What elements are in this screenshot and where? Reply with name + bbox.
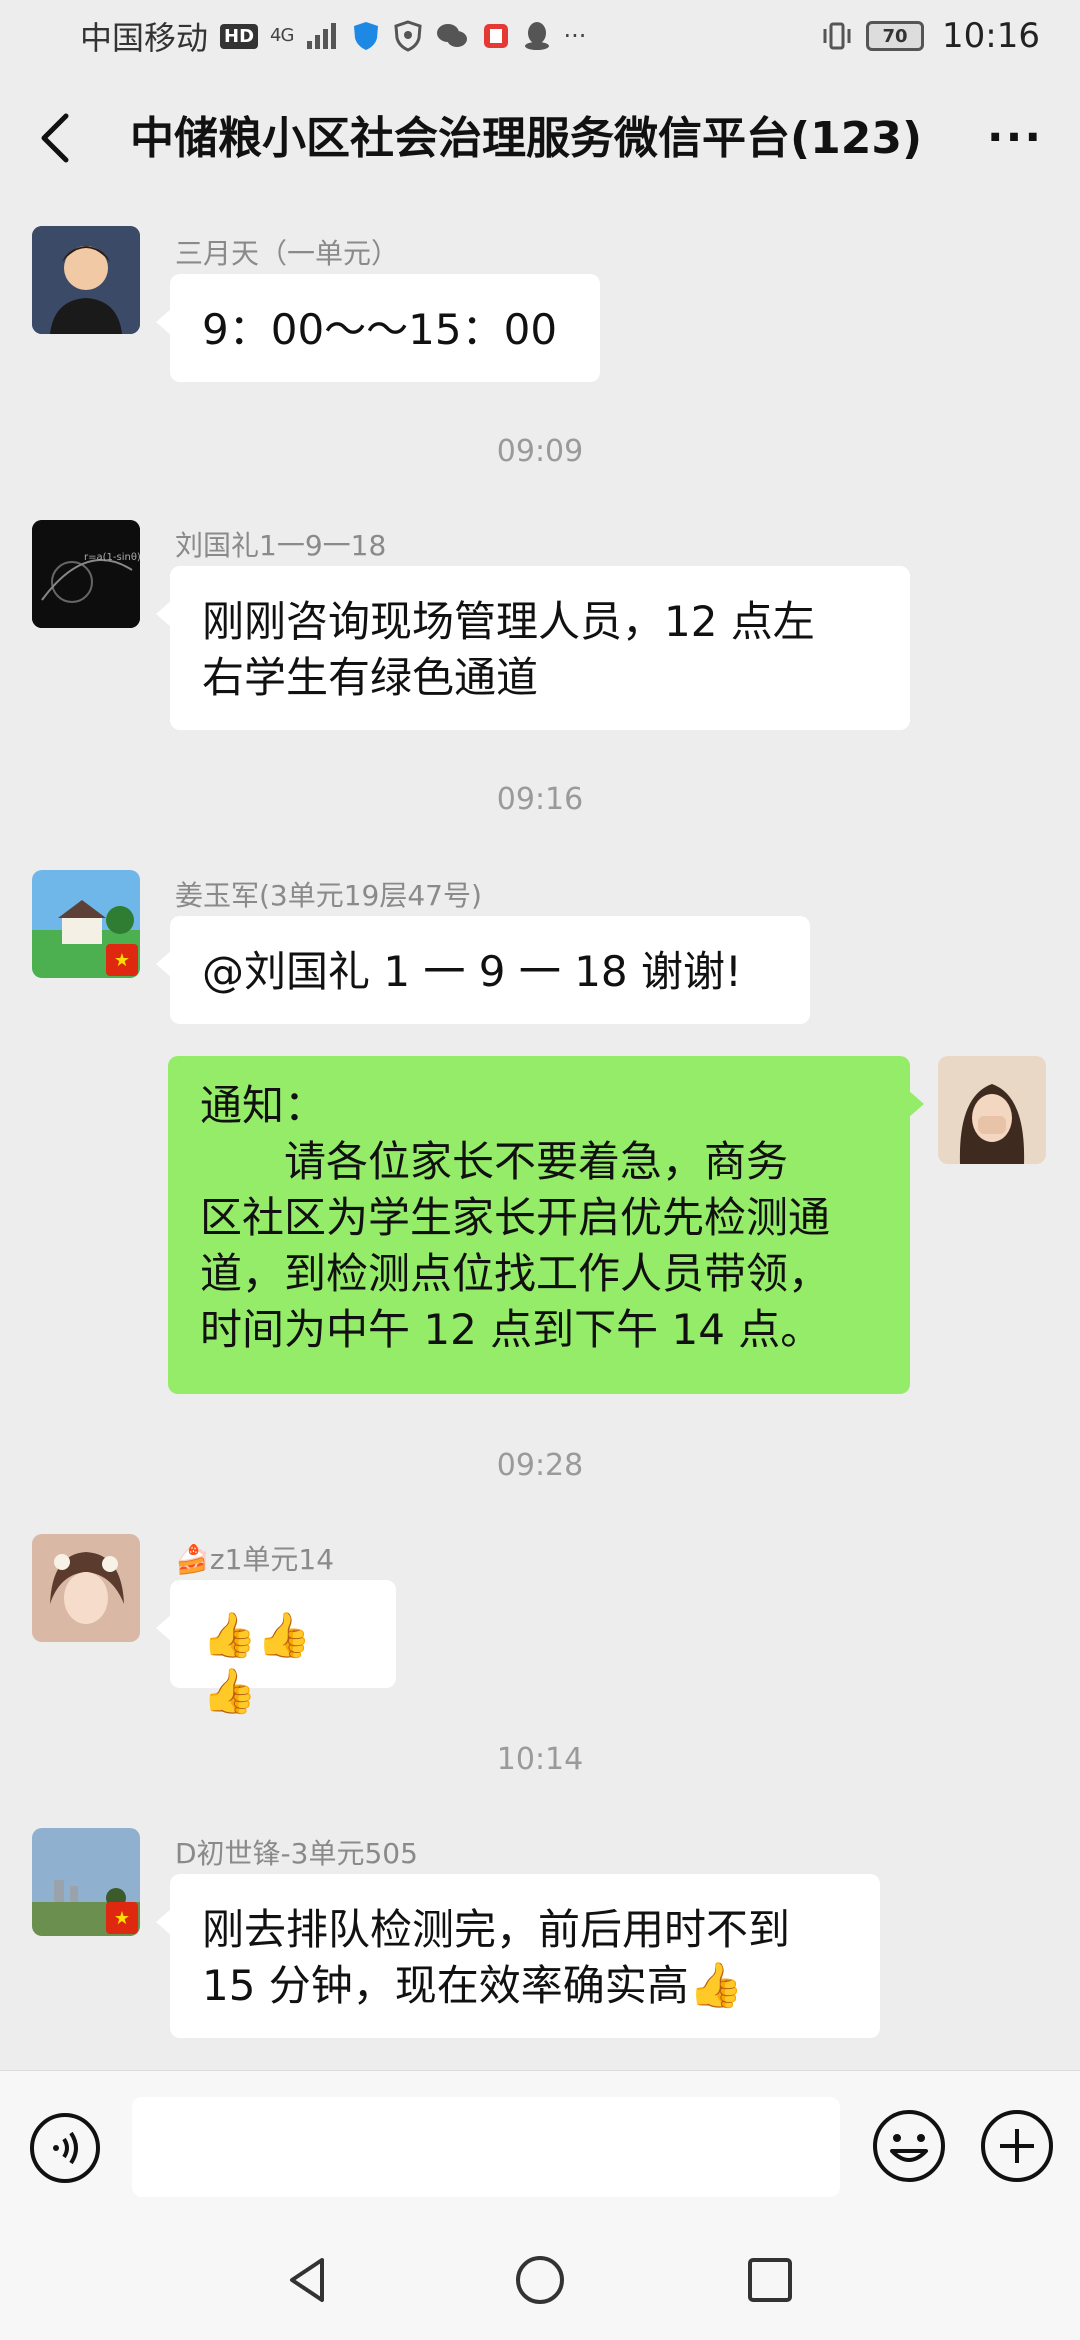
- sender-name: 姜玉军(3单元19层47号): [175, 879, 482, 912]
- nav-recent-apps-icon[interactable]: [740, 2250, 800, 2310]
- wechat-app-icon: [435, 21, 469, 51]
- timestamp: 09:16: [496, 782, 584, 817]
- avatar-z1[interactable]: [32, 1534, 140, 1642]
- avatar-sanyuetian[interactable]: [32, 226, 140, 334]
- timestamp: 09:28: [496, 1448, 584, 1483]
- chat-header: 中储粮小区社会治理服务微信平台(123) ···: [0, 72, 1080, 204]
- timestamp: 10:14: [496, 1742, 584, 1777]
- nav-home-icon[interactable]: [510, 2250, 570, 2310]
- status-bar: 中国移动 HD 4G ··· 70 10:16: [0, 0, 1080, 72]
- message-bubble[interactable]: 👍👍👍: [156, 1580, 396, 1717]
- message-text-line: 时间为中午 12 点到下午 14 点。: [200, 1305, 823, 1354]
- thumbs-up-emoji: 👍: [688, 1960, 744, 2011]
- qq-app-icon: [523, 20, 551, 52]
- clock: 10:16: [942, 16, 1040, 56]
- message-text-line: 刚刚咨询现场管理人员，12 点左: [202, 597, 815, 646]
- message-input[interactable]: [132, 2097, 840, 2197]
- message-text-line: 道，到检测点位找工作人员带领，: [200, 1249, 831, 1298]
- add-more-icon[interactable]: [978, 2107, 1056, 2185]
- network-type: 4G: [270, 25, 294, 46]
- avatar-liuguoli[interactable]: r=a(1-sinθ): [32, 520, 140, 628]
- back-arrow-icon[interactable]: [30, 110, 80, 166]
- message-text-line: 请各位家长不要着急，商务: [200, 1137, 789, 1186]
- sender-name: 三月天（一单元）: [175, 237, 400, 270]
- system-nav-bar: [0, 2220, 1080, 2340]
- hd-icon: HD: [220, 23, 259, 49]
- message-text-line: 区社区为学生家长开启优先检测通: [200, 1193, 831, 1242]
- security-app-icon: [393, 20, 423, 52]
- timestamp: 09:09: [496, 434, 584, 469]
- svg-text:r=a(1-sinθ): r=a(1-sinθ): [84, 552, 140, 563]
- more-options-icon[interactable]: ···: [980, 112, 1050, 163]
- message-text: 9：00～～15：00: [202, 305, 558, 354]
- book-app-icon: [481, 21, 511, 51]
- cake-emoji: 🍰: [175, 1543, 210, 1576]
- chat-title: 中储粮小区社会治理服务微信平台(123): [130, 113, 923, 164]
- message-text-line: 刚去排队检测完，前后用时不到: [202, 1905, 791, 1954]
- message-text-line: 15 分钟，现在效率确实高👍: [202, 1960, 744, 2011]
- status-left: 中国移动 HD 4G ···: [80, 13, 586, 59]
- china-flag-icon: ★: [106, 1902, 138, 1934]
- message-text: @刘国礼 1 一 9 一 18 谢谢!: [202, 947, 742, 996]
- carrier-name: 中国移动: [80, 19, 209, 57]
- message-bubble[interactable]: 刚去排队检测完，前后用时不到 15 分钟，现在效率确实高👍: [156, 1874, 880, 2038]
- sender-name: 刘国礼1一9一18: [175, 529, 387, 562]
- status-right: 70 10:16: [820, 16, 1040, 56]
- vibrate-icon: [820, 21, 854, 51]
- emoji-icon[interactable]: [870, 2107, 948, 2185]
- sender-name: 🍰z1单元14: [175, 1543, 335, 1576]
- china-flag-icon: ★: [106, 944, 138, 976]
- message-text-line: 通知：: [200, 1081, 327, 1130]
- input-bar: [0, 2070, 1080, 2220]
- thumbs-up-emoji: 👍👍👍: [202, 1610, 312, 1717]
- signal-icon: [305, 21, 339, 51]
- shield-app-icon: [351, 20, 381, 52]
- nav-back-icon[interactable]: [278, 2250, 338, 2310]
- voice-input-icon[interactable]: [28, 2111, 102, 2185]
- sender-name: D初世锋-3单元505: [175, 1837, 418, 1870]
- message-text-line: 右学生有绿色通道: [202, 653, 539, 702]
- self-message-bubble[interactable]: 通知： 请各位家长不要着急，商务 区社区为学生家长开启优先检测通 道，到检测点位…: [168, 1056, 924, 1394]
- message-bubble[interactable]: 9：00～～15：00: [156, 274, 600, 382]
- message-bubble[interactable]: 刚刚咨询现场管理人员，12 点左 右学生有绿色通道: [156, 566, 910, 730]
- battery-icon: 70: [866, 21, 925, 51]
- more-notifications-icon: ···: [563, 22, 587, 50]
- message-bubble[interactable]: @刘国礼 1 一 9 一 18 谢谢!: [156, 916, 810, 1024]
- avatar-self[interactable]: [938, 1056, 1046, 1164]
